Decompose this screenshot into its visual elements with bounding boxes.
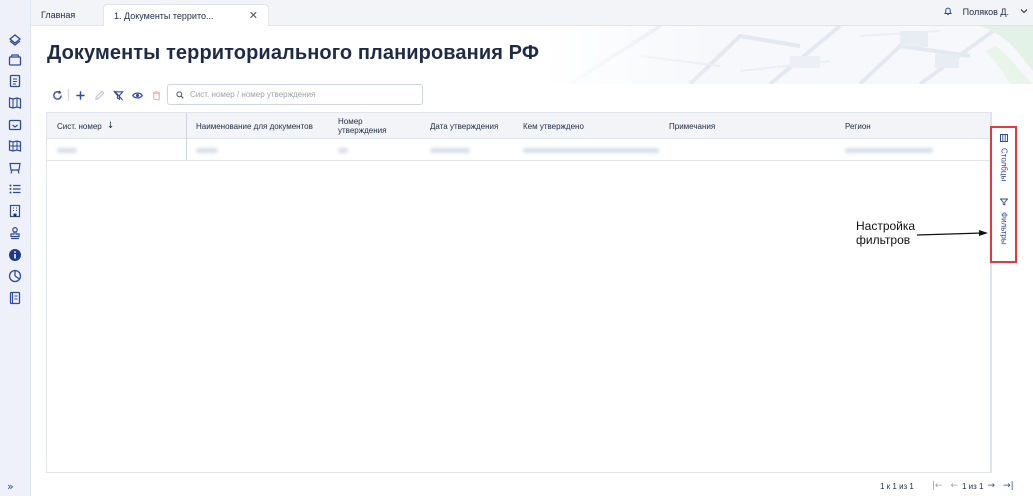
annotation-arrow <box>917 230 988 236</box>
inbox-icon[interactable] <box>7 117 23 133</box>
pagination-range: 1 к 1 из 1 <box>880 481 914 491</box>
search-icon <box>176 86 190 104</box>
chart-icon[interactable] <box>7 268 23 284</box>
chevron-down-icon[interactable] <box>1019 6 1029 18</box>
clear-filter-icon[interactable] <box>110 87 126 103</box>
search-input[interactable] <box>190 90 410 99</box>
user-name[interactable]: Поляков Д. <box>963 7 1009 17</box>
last-page-icon[interactable]: →| <box>1003 481 1014 491</box>
annotation-text: Настройка фильтров <box>856 219 916 247</box>
redacted-cell <box>338 148 348 153</box>
redacted-cell <box>57 148 77 153</box>
map-background <box>540 26 1033 84</box>
app-root: » Главная 1. Документы террито... ✕ Поля… <box>0 0 1033 496</box>
user-area: Поляков Д. <box>943 4 1029 20</box>
column-header-notes[interactable]: Примечания <box>669 113 789 139</box>
column-header-region[interactable]: Регион <box>845 113 965 139</box>
close-icon[interactable]: ✕ <box>249 9 258 22</box>
pagination-page: 1 из 1 <box>962 481 984 491</box>
redacted-cell <box>430 148 470 153</box>
info-icon[interactable] <box>7 247 23 263</box>
redacted-cell <box>196 148 218 153</box>
documents-table: Сист. номер ↓ Наименование для документо… <box>46 112 991 473</box>
sort-down-icon[interactable]: ↓ <box>107 121 115 131</box>
list-icon[interactable] <box>7 181 23 197</box>
table-row[interactable] <box>47 140 990 161</box>
column-header-name[interactable]: Наименование для документов <box>196 113 316 139</box>
page-title: Документы территориального планирования … <box>47 42 539 64</box>
prev-page-icon[interactable]: ← <box>950 481 958 491</box>
layers-icon[interactable] <box>7 31 23 47</box>
register-icon[interactable] <box>7 290 23 306</box>
tab-documents[interactable]: 1. Документы террито... ✕ <box>103 4 269 26</box>
search-box[interactable] <box>167 84 423 105</box>
map-book-icon[interactable] <box>7 95 23 111</box>
redacted-cell <box>845 148 933 153</box>
map-icon[interactable] <box>7 138 23 154</box>
building-icon[interactable] <box>7 203 23 219</box>
table-header: Сист. номер ↓ Наименование для документо… <box>47 113 990 139</box>
bell-icon[interactable] <box>943 6 953 18</box>
panel-highlight-box <box>990 126 1017 263</box>
archive-icon[interactable] <box>7 52 23 68</box>
column-header-approval-number[interactable]: Номер утверждения <box>338 113 408 139</box>
sidebar-expand-icon[interactable]: » <box>7 480 23 493</box>
column-header-sys-number[interactable]: Сист. номер ↓ <box>57 113 177 139</box>
first-page-icon[interactable]: |← <box>932 481 943 491</box>
tab-home-label: Главная <box>41 10 76 20</box>
column-header-approval-date[interactable]: Дата утверждения <box>430 113 500 139</box>
next-page-icon[interactable]: → <box>987 481 995 491</box>
redacted-cell <box>523 148 659 153</box>
refresh-icon[interactable] <box>49 87 65 103</box>
toolbar <box>49 87 167 103</box>
sidebar: » <box>0 0 31 496</box>
tab-bar: Главная 1. Документы террито... ✕ Поляко… <box>31 0 1033 26</box>
pagination: 1 к 1 из 1 |← ← 1 из 1 → →| <box>880 480 1018 492</box>
tab-home[interactable]: Главная <box>31 4 103 26</box>
column-header-approved-by[interactable]: Кем утверждено <box>523 113 643 139</box>
add-icon[interactable] <box>72 87 88 103</box>
tab-documents-label: 1. Документы террито... <box>114 10 214 21</box>
easel-icon[interactable] <box>7 160 23 176</box>
document-icon[interactable] <box>7 73 23 89</box>
delete-icon[interactable] <box>148 87 164 103</box>
toolbar-divider <box>68 89 69 101</box>
stamp-icon[interactable] <box>7 225 23 241</box>
view-icon[interactable] <box>129 87 145 103</box>
edit-icon[interactable] <box>91 87 107 103</box>
